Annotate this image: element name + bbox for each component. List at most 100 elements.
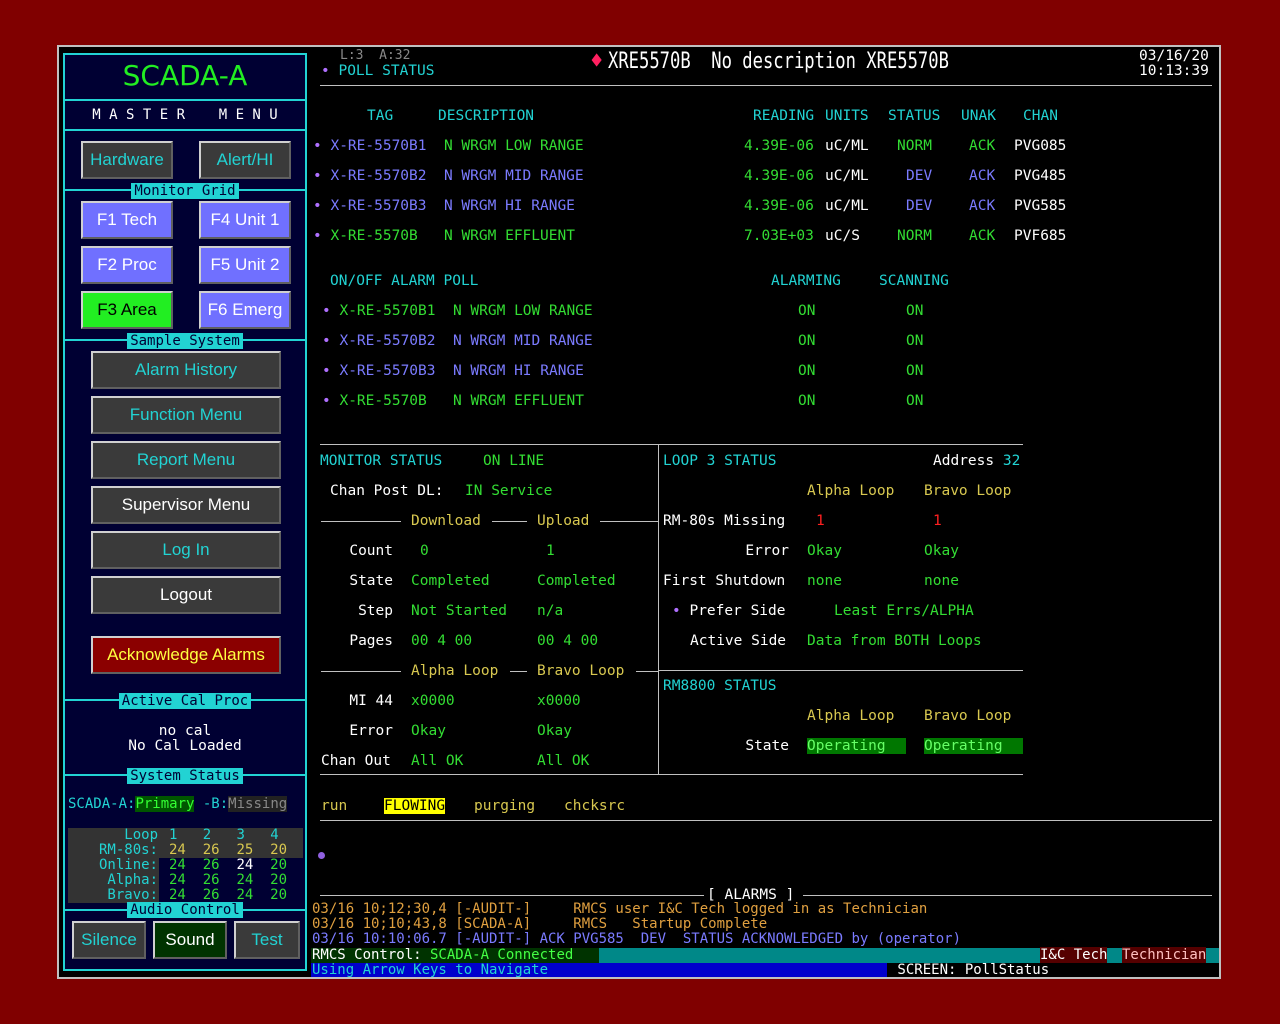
rm8800-state-bravo: Operating [924,738,1023,754]
reading-row[interactable]: • X-RE-5570B N WRGM EFFLUENT [313,228,575,244]
loop-error-alpha: Okay [807,543,842,559]
supervisor-menu-button[interactable]: Supervisor Menu [91,486,281,524]
reading-units: uC/S [825,228,860,244]
reading-status: NORM [897,228,932,244]
monitor-grid-label: Monitor Grid [65,183,305,199]
purging-indicator: purging [474,798,536,814]
reading-chan: PVG485 [1014,168,1067,184]
step-upload: n/a [537,603,564,619]
chan-out-bravo: All OK [537,753,590,769]
col-chan: CHAN [1023,108,1058,124]
f1-tech-button[interactable]: F1 Tech [81,201,173,239]
reading-status: NORM [897,138,932,154]
alarm-poll-row[interactable]: • X-RE-5570B2 N WRGM MID RANGE [322,333,593,349]
hardware-button[interactable]: Hardware [81,141,173,179]
count-label: Count [349,543,393,559]
prefer-side-value: Least Errs/ALPHA [834,603,974,619]
rm80-missing-alpha: 1 [816,513,825,529]
command-cursor-icon[interactable] [318,852,325,859]
scada-redundancy-status: SCADA-A:Primary -B:Missing [68,796,288,812]
alarm-line[interactable]: 03/16 10:10:06.7 [-AUDIT-] ACK PVG585 DE… [312,932,961,947]
active-side-value: Data from BOTH Loops [807,633,982,649]
run-indicator: run [321,798,348,814]
sound-button[interactable]: Sound [153,921,227,959]
loop-bravo-header: Bravo Loop [924,483,1012,499]
alpha-loop-header: Alpha Loop [411,663,499,679]
prefer-side-label[interactable]: • Prefer Side [672,603,786,619]
logout-button[interactable]: Logout [91,576,281,614]
reading-value: 4.39E-06 [744,168,814,184]
chan-out-alpha: All OK [411,753,464,769]
first-shutdown-alpha: none [807,573,842,589]
silence-button[interactable]: Silence [72,921,146,959]
chan-post-label: Chan Post DL: [330,483,444,499]
acknowledge-alarms-button[interactable]: Acknowledge Alarms [91,636,281,674]
active-side-label: Active Side [690,633,787,649]
chan-out-label: Chan Out [321,753,391,769]
alarm-line[interactable]: 03/16 10;10;43,8 [SCADA-A] RMCS Startup … [312,917,767,932]
alarming-value: ON [798,393,816,409]
header-date: 03/16/20 [1139,48,1209,64]
reading-units: uC/ML [825,138,869,154]
reading-unak: ACK [969,168,996,184]
rm8800-state-alpha: Operating [807,738,906,754]
col-description: DESCRIPTION [438,108,535,124]
reading-value: 4.39E-06 [744,138,814,154]
log-in-button[interactable]: Log In [91,531,281,569]
reading-row[interactable]: • X-RE-5570B2 N WRGM MID RANGE [313,168,584,184]
loop-address: Address 32 [933,453,1021,469]
function-menu-button[interactable]: Function Menu [91,396,281,434]
reading-unak: ACK [969,138,996,154]
pages-upload: 00 4 00 [537,633,599,649]
monitor-status-title: MONITOR STATUS [320,453,443,469]
bravo-loop-header: Bravo Loop [537,663,625,679]
col-reading: READING [753,108,815,124]
rm8800-bravo-header: Bravo Loop [924,708,1012,724]
point-title: XRE5570B No description XRE5570B [608,49,949,74]
f4-unit1-button[interactable]: F4 Unit 1 [199,201,291,239]
col-scanning: SCANNING [879,273,949,289]
current-user: I&C Tech [1040,947,1108,963]
scanning-value: ON [906,303,924,319]
alarm-line[interactable]: 03/16 10;12;30,4 [-AUDIT-] RMCS user I&C… [312,902,927,917]
reading-units: uC/ML [825,168,869,184]
monitor-online-state: ON LINE [483,453,545,469]
count-download: 0 [420,543,429,559]
current-role: Technician [1122,947,1207,963]
alarm-poll-title: ON/OFF ALARM POLL [330,273,479,289]
col-units: UNITS [825,108,869,124]
loop-table-labels: Loop RM-80s: Online: Alpha: Bravo: [98,827,158,903]
f5-unit2-button[interactable]: F5 Unit 2 [199,246,291,284]
nav-hint: Using Arrow Keys to Navigate [312,962,549,978]
test-button[interactable]: Test [234,921,300,959]
report-menu-button[interactable]: Report Menu [91,441,281,479]
alarm-poll-row[interactable]: • X-RE-5570B N WRGM EFFLUENT [322,393,584,409]
alarm-poll-row[interactable]: • X-RE-5570B3 N WRGM HI RANGE [322,363,584,379]
rm80-missing-bravo: 1 [933,513,942,529]
app-title: SCADA-A [122,59,248,92]
pages-label: Pages [349,633,393,649]
f6-emerg-button[interactable]: F6 Emerg [199,291,291,329]
mi-bravo: x0000 [537,693,581,709]
reading-status: DEV [906,168,933,184]
alarming-value: ON [798,363,816,379]
f3-area-button[interactable]: F3 Area [81,291,173,329]
reading-unak: ACK [969,198,996,214]
alarm-poll-row[interactable]: • X-RE-5570B1 N WRGM LOW RANGE [322,303,593,319]
alert-hi-button[interactable]: Alert/HI [199,141,291,179]
col-unak: UNAK [961,108,996,124]
reading-unak: ACK [969,228,996,244]
cal-status-line2: No Cal Loaded [128,738,242,754]
reading-row[interactable]: • X-RE-5570B1 N WRGM LOW RANGE [313,138,584,154]
audio-control-label: Audio Control [65,902,305,918]
reading-chan: PVF685 [1014,228,1067,244]
reading-row[interactable]: • X-RE-5570B3 N WRGM HI RANGE [313,198,575,214]
alarm-history-button[interactable]: Alarm History [91,351,281,389]
system-status-label: System Status [65,768,305,784]
upload-header: Upload [537,513,590,529]
f2-proc-button[interactable]: F2 Proc [81,246,173,284]
mi-label: MI 44 [349,693,393,709]
cal-status-line1: no cal [158,723,212,739]
poll-status-title: • POLL STATUS [321,63,435,79]
sample-system-label: Sample System [65,333,305,349]
